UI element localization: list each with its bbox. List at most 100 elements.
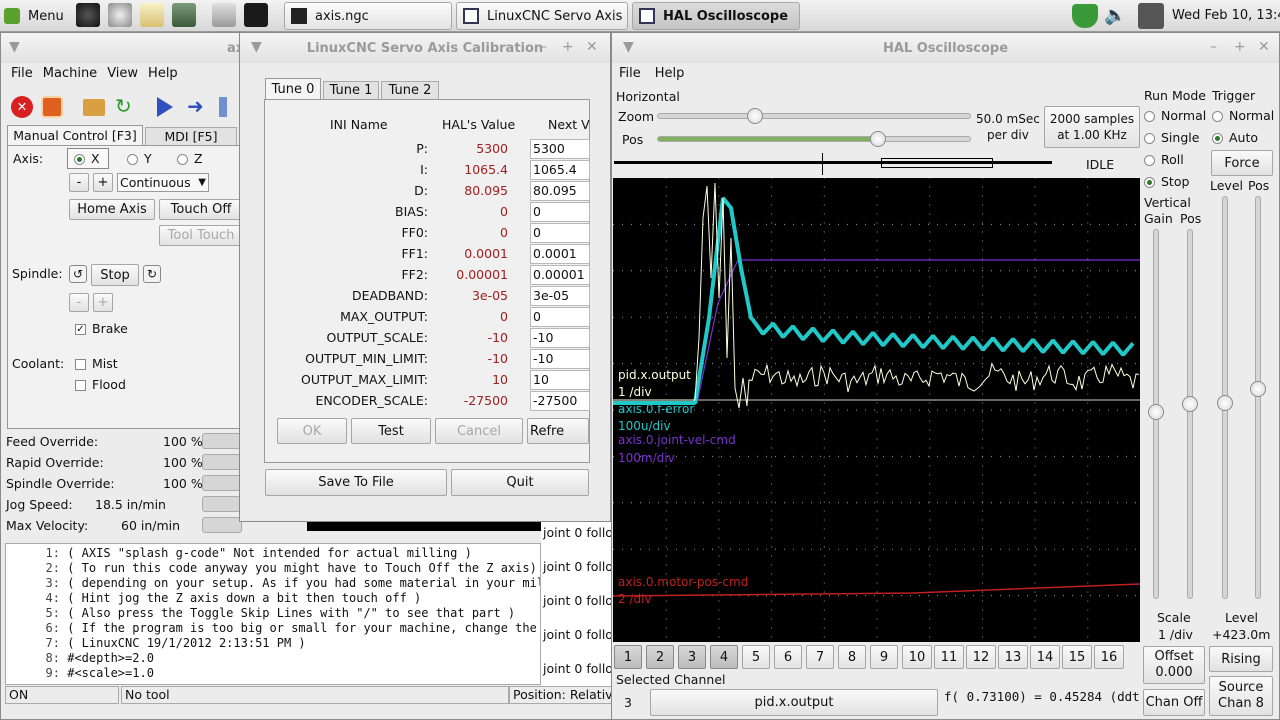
axis-radio-y[interactable]: Y <box>127 151 152 166</box>
cancel-button[interactable]: Cancel <box>435 418 523 444</box>
chan-off-button[interactable]: Chan Off <box>1143 689 1205 716</box>
spindle-slower-button[interactable]: - <box>69 293 89 312</box>
gain-slider[interactable] <box>1148 229 1164 599</box>
menu-help[interactable]: Help <box>655 66 685 81</box>
maximize-icon[interactable]: + <box>562 39 574 55</box>
save-to-file-button[interactable]: Save To File <box>265 469 447 496</box>
selected-channel-name-button[interactable]: pid.x.output <box>650 689 938 716</box>
clock[interactable]: Wed Feb 10, 13:48 <box>1172 8 1280 23</box>
source-button[interactable]: Source Chan 8 <box>1209 676 1273 716</box>
tab-mdi[interactable]: MDI [F5] <box>145 127 237 145</box>
jog-plus-button[interactable]: + <box>93 173 113 192</box>
spindle-override-slider[interactable] <box>202 475 242 491</box>
minimize-icon[interactable]: – <box>1210 39 1217 55</box>
run-icon[interactable] <box>157 97 173 117</box>
run-mode-single[interactable]: Single <box>1144 130 1199 145</box>
start-menu-button[interactable]: Menu <box>4 3 70 29</box>
jog-speed-slider[interactable] <box>202 496 242 512</box>
spindle-cw-icon[interactable]: ↻ <box>143 265 161 283</box>
monitor-launcher-icon[interactable] <box>172 3 196 27</box>
tab-manual-control[interactable]: Manual Control [F3] <box>7 125 143 145</box>
camera-launcher-icon[interactable] <box>76 3 100 27</box>
ok-button[interactable]: OK <box>277 418 347 444</box>
samples-button[interactable]: 2000 samples at 1.00 KHz <box>1044 106 1140 148</box>
feed-override-slider[interactable] <box>202 433 242 449</box>
offset-button[interactable]: Offset 0.000 <box>1143 646 1205 684</box>
tool-touch-button[interactable]: Tool Touch <box>159 225 243 246</box>
window-menu-icon[interactable]: ▼ <box>251 39 262 55</box>
scope-display[interactable]: pid.x.output 1 /div axis.0.f-error 100u/… <box>613 178 1140 642</box>
next-value-field[interactable]: -10 <box>530 349 590 369</box>
next-value-field[interactable]: 1065.4 <box>530 160 590 180</box>
channel-button-4[interactable]: 4 <box>710 645 738 669</box>
vertical-pos-slider-handle[interactable] <box>1182 396 1198 412</box>
trigger-pos-slider-handle[interactable] <box>1250 381 1266 397</box>
maximize-icon[interactable]: + <box>1234 39 1246 55</box>
channel-button-15[interactable]: 15 <box>1062 645 1092 669</box>
channel-button-3[interactable]: 3 <box>678 645 706 669</box>
vertical-pos-slider[interactable] <box>1182 229 1198 599</box>
axis-radio-z[interactable]: Z <box>177 151 203 166</box>
channel-button-1[interactable]: 1 <box>614 645 642 669</box>
run-mode-roll[interactable]: Roll <box>1144 152 1184 167</box>
run-mode-stop[interactable]: Stop <box>1144 174 1189 189</box>
channel-button-13[interactable]: 13 <box>998 645 1028 669</box>
next-value-field[interactable]: 80.095 <box>530 181 590 201</box>
zoom-slider-handle[interactable] <box>747 108 764 124</box>
flood-checkbox[interactable]: Flood <box>75 377 126 392</box>
window-menu-icon[interactable]: ▼ <box>9 39 20 55</box>
window-menu-icon[interactable]: ▼ <box>623 39 634 55</box>
close-icon[interactable]: ✕ <box>1258 39 1270 55</box>
trigger-normal[interactable]: Normal <box>1212 108 1274 123</box>
next-value-field[interactable]: 0 <box>530 202 590 222</box>
jog-minus-button[interactable]: - <box>69 173 89 192</box>
close-icon[interactable]: ✕ <box>586 39 598 55</box>
trigger-auto[interactable]: Auto <box>1212 130 1258 145</box>
spindle-faster-button[interactable]: + <box>93 293 113 312</box>
next-value-field[interactable]: 10 <box>530 370 590 390</box>
volume-icon[interactable]: 🔈 <box>1104 6 1128 26</box>
force-button[interactable]: Force <box>1211 150 1273 176</box>
tab-tune-0[interactable]: Tune 0 <box>265 78 321 100</box>
channel-button-2[interactable]: 2 <box>646 645 674 669</box>
channel-button-16[interactable]: 16 <box>1094 645 1124 669</box>
touch-off-button[interactable]: Touch Off <box>159 199 243 220</box>
channel-button-11[interactable]: 11 <box>934 645 964 669</box>
spindle-stop-button[interactable]: Stop <box>91 264 139 286</box>
menu-file[interactable]: File <box>11 66 33 81</box>
refresh-button[interactable]: Refre <box>527 418 589 444</box>
channel-button-5[interactable]: 5 <box>742 645 770 669</box>
next-value-field[interactable]: -10 <box>530 328 590 348</box>
next-value-field[interactable]: 0 <box>530 223 590 243</box>
channel-button-12[interactable]: 12 <box>966 645 996 669</box>
pos-slider[interactable] <box>657 131 971 147</box>
spindle-ccw-icon[interactable]: ↺ <box>69 265 87 283</box>
channel-button-8[interactable]: 8 <box>838 645 866 669</box>
axis-radio-x[interactable]: X <box>67 148 109 169</box>
test-button[interactable]: Test <box>351 418 431 444</box>
menu-file[interactable]: File <box>619 66 641 81</box>
next-value-field[interactable]: 5300 <box>530 139 590 159</box>
next-value-field[interactable]: 0.0001 <box>530 244 590 264</box>
channel-button-7[interactable]: 7 <box>806 645 834 669</box>
quit-button[interactable]: Quit <box>451 469 589 496</box>
trigger-level-slider[interactable] <box>1217 196 1233 599</box>
next-value-field[interactable]: 3e-05 <box>530 286 590 306</box>
zoom-slider[interactable] <box>657 108 971 124</box>
gain-slider-handle[interactable] <box>1148 404 1164 420</box>
pause-icon[interactable] <box>219 97 227 117</box>
home-axis-button[interactable]: Home Axis <box>69 199 155 220</box>
menu-help[interactable]: Help <box>148 66 178 81</box>
estop-icon[interactable]: ✕ <box>11 96 33 118</box>
gcode-listing[interactable]: 1: ( AXIS "splash g-code" Not intended f… <box>5 543 541 685</box>
brake-checkbox[interactable]: ✓ Brake <box>75 321 128 336</box>
reload-icon[interactable]: ↻ <box>115 95 137 117</box>
channel-button-9[interactable]: 9 <box>870 645 898 669</box>
jog-mode-select[interactable]: Continuous ▼ <box>117 173 209 192</box>
power-icon[interactable] <box>41 96 63 118</box>
channel-button-6[interactable]: 6 <box>774 645 802 669</box>
next-value-field[interactable]: 0.00001 <box>530 265 590 285</box>
tux-launcher-icon[interactable] <box>108 3 132 27</box>
channel-button-14[interactable]: 14 <box>1030 645 1060 669</box>
step-icon[interactable]: ➜ <box>187 95 209 117</box>
